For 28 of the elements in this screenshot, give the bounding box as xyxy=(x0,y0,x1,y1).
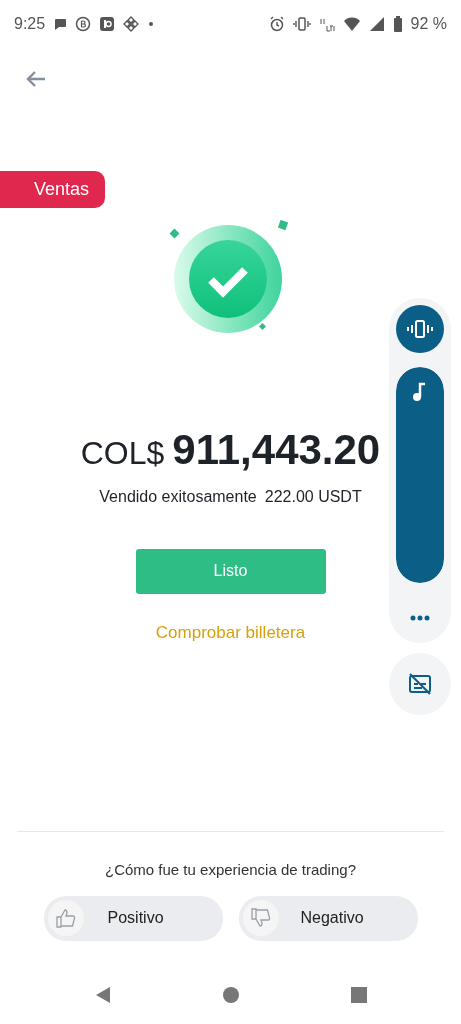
home-nav-icon[interactable] xyxy=(221,985,240,1004)
app-icon xyxy=(99,16,116,32)
amount-value: 911,443.20 xyxy=(172,424,381,475)
quantity-text: 222.00 USDT xyxy=(264,486,362,507)
negative-button[interactable]: Negativo xyxy=(238,895,418,941)
signal-icon xyxy=(368,16,385,32)
vibrate-icon xyxy=(407,319,433,339)
sell-tag: Ventas xyxy=(0,170,106,208)
circle-b-icon xyxy=(75,16,92,32)
battery-percent: 92 % xyxy=(410,14,447,34)
status-text: Vendido exitosamente xyxy=(99,486,257,507)
recents-nav-icon[interactable] xyxy=(349,985,368,1004)
diamond-icon xyxy=(123,16,140,32)
currency-label: COL$ xyxy=(80,433,165,473)
vibrate-icon xyxy=(292,16,311,32)
captions-off-icon xyxy=(408,672,432,696)
dot-icon xyxy=(147,20,156,28)
wifi-icon xyxy=(342,16,361,32)
alarm-icon xyxy=(268,16,285,32)
thumbs-up-icon xyxy=(54,907,77,930)
status-time: 9:25 xyxy=(14,14,46,34)
positive-button[interactable]: Positivo xyxy=(43,895,223,941)
thumbs-down-icon xyxy=(249,907,272,930)
battery-icon xyxy=(392,15,403,33)
more-icon[interactable] xyxy=(410,614,430,621)
chat-icon xyxy=(53,17,68,31)
feedback-question: ¿Cómo fue tu experiencia de trading? xyxy=(105,860,356,881)
vibrate-button[interactable] xyxy=(396,305,444,353)
